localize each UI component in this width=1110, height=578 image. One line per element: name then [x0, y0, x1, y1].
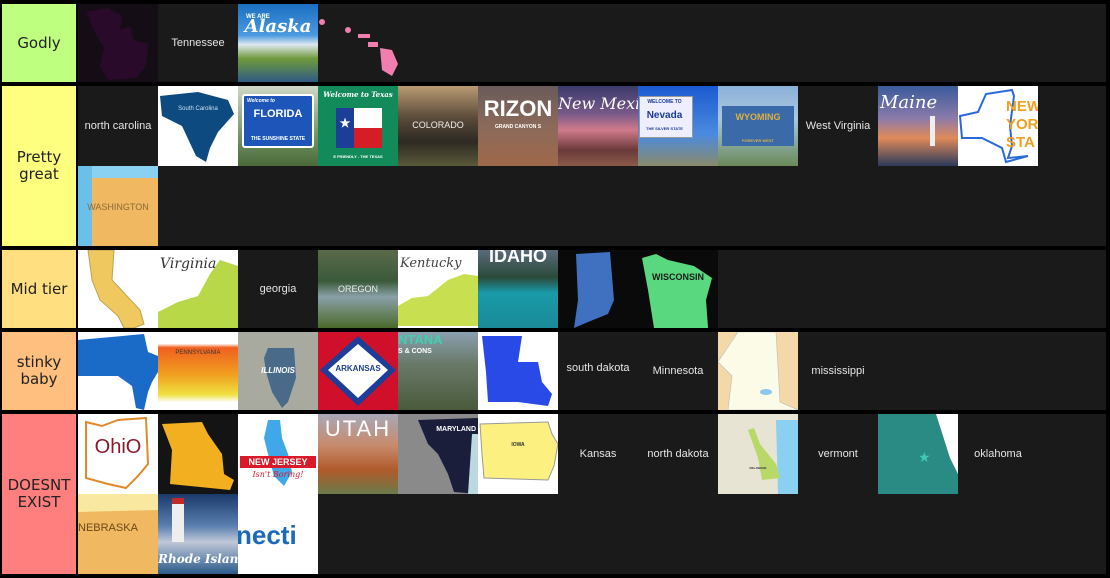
tier-item-north-carolina[interactable]: north carolina	[78, 86, 158, 166]
tier-item-north-dakota[interactable]: north dakota	[638, 414, 718, 494]
wisconsin-shape-icon	[642, 254, 712, 328]
tier-item-new-mexico[interactable]: New Mexi	[558, 86, 638, 166]
tier-item-south-carolina[interactable]: South Carolina	[158, 86, 238, 166]
tier-item-massachusetts[interactable]	[78, 332, 158, 410]
tier-items: north carolina South Carolina Welcome to…	[78, 86, 1106, 246]
louisiana-shape-icon	[482, 336, 552, 406]
tier-item-georgia[interactable]: georgia	[238, 250, 318, 328]
tier-item-mississippi[interactable]: mississippi	[798, 332, 878, 410]
tier-item-montana[interactable]: NTANA S & CONS	[398, 332, 478, 410]
tier-item-texas[interactable]: Welcome to Texas ★ E FRIENDLY - THE TEXA…	[318, 86, 398, 166]
tier-item-ohio[interactable]: OhiO	[78, 414, 158, 494]
tier-label: Godly	[2, 4, 78, 82]
tier-item-wisconsin[interactable]: WISCONSIN	[638, 250, 718, 328]
tier-row-godly: Godly Tennessee WE ARE Alaska	[2, 4, 1106, 82]
tier-item-louisiana[interactable]	[478, 332, 558, 410]
alabama-shape-icon: ★	[878, 414, 958, 494]
tier-item-illinois[interactable]: ILLINOIS	[238, 332, 318, 410]
massachusetts-shape-icon	[78, 334, 158, 410]
tier-label: stinky baby	[2, 332, 78, 410]
new-jersey-shape-icon	[264, 420, 292, 486]
tier-item-pennsylvania[interactable]: PENNSYLVANIA	[158, 332, 238, 410]
tier-items: OhiO NEW JERSEY Isn't Boring! UTAH MARYL…	[78, 414, 1106, 574]
tier-label: Mid tier	[2, 250, 78, 328]
tier-label: DOESNT EXIST	[2, 414, 78, 574]
tier-item-minnesota[interactable]: Minnesota	[638, 332, 718, 410]
tier-item-washington[interactable]: WASHINGTON	[78, 166, 158, 246]
tier-item-maine[interactable]: Maine	[878, 86, 958, 166]
tier-row-pretty-great: Pretty great north carolina South Caroli…	[2, 86, 1106, 246]
tier-item-oregon[interactable]: OREGON	[318, 250, 398, 328]
tier-item-alabama[interactable]: ★	[878, 414, 958, 494]
star-icon: ★	[339, 116, 351, 130]
tier-item-delaware[interactable]: DELAWARE	[718, 414, 798, 494]
missouri-shape-icon	[162, 422, 234, 490]
tier-items: PENNSYLVANIA ILLINOIS ARKANSAS NTANA S &…	[78, 332, 1106, 410]
tier-item-new-jersey[interactable]: NEW JERSEY Isn't Boring!	[238, 414, 318, 494]
hawaii-islands-icon	[319, 19, 398, 76]
tier-item-utah[interactable]: UTAH	[318, 414, 398, 494]
south-carolina-shape-icon	[160, 92, 234, 162]
tier-row-mid-tier: Mid tier Virginia georgia OREGON Kentuck…	[2, 250, 1106, 328]
tier-item-nevada[interactable]: WELCOME TO Nevada THE SILVER STATE	[638, 86, 718, 166]
tier-item-idaho[interactable]: IDAHO	[478, 250, 558, 328]
tier-label: Pretty great	[2, 86, 78, 246]
tier-item-tennessee[interactable]: Tennessee	[158, 4, 238, 82]
indiana-shape-icon	[574, 252, 614, 328]
iowa-shape-icon	[479, 421, 558, 481]
michigan-shape-icon	[86, 8, 148, 80]
tier-item-kansas[interactable]: Kansas	[558, 414, 638, 494]
new-hampshire-map-icon	[718, 332, 798, 410]
svg-text:★: ★	[918, 449, 931, 465]
tier-item-alaska[interactable]: WE ARE Alaska	[238, 4, 318, 82]
delaware-map-icon	[748, 420, 798, 494]
tier-item-virginia[interactable]: Virginia	[158, 250, 238, 328]
tier-item-connecticut[interactable]: necti	[238, 494, 318, 574]
california-shape-icon	[87, 250, 145, 328]
tier-item-rhode-island[interactable]: Rhode Island	[158, 494, 238, 574]
tier-item-maryland[interactable]: MARYLAND	[398, 414, 478, 494]
tier-item-missouri[interactable]	[158, 414, 238, 494]
nebraska-shape-icon	[78, 510, 158, 574]
tier-items: Virginia georgia OREGON Kentucky IDAHO W…	[78, 250, 1106, 328]
tier-item-west-virginia[interactable]: West Virginia	[798, 86, 878, 166]
tier-item-wyoming[interactable]: WYOMING FOREVER WEST	[718, 86, 798, 166]
tier-items: Tennessee WE ARE Alaska	[78, 4, 1106, 82]
tier-row-stinky-baby: stinky baby PENNSYLVANIA ILLINOIS ARKANS…	[2, 332, 1106, 410]
tier-item-indiana[interactable]	[558, 250, 638, 328]
tier-item-michigan[interactable]	[78, 4, 158, 82]
tier-item-oklahoma[interactable]: oklahoma	[958, 414, 1038, 494]
tier-item-colorado[interactable]: COLORADO	[398, 86, 478, 166]
tier-item-nebraska[interactable]: NEBRASKA	[78, 494, 158, 574]
tier-item-hawaii[interactable]	[318, 4, 398, 82]
tier-item-california[interactable]	[78, 250, 158, 328]
tier-item-florida[interactable]: Welcome to FLORIDA THE SUNSHINE STATE	[238, 86, 318, 166]
tier-item-iowa[interactable]: IOWA	[478, 414, 558, 494]
tier-item-south-dakota[interactable]: south dakota	[558, 332, 638, 410]
tier-item-arizona[interactable]: RIZON GRAND CANYON S	[478, 86, 558, 166]
tier-item-vermont[interactable]: vermont	[798, 414, 878, 494]
tier-row-doesnt-exist: DOESNT EXIST OhiO NEW JERSEY Isn't Borin…	[2, 414, 1106, 574]
tier-item-new-hampshire[interactable]	[718, 332, 798, 410]
tier-item-new-york[interactable]: NEW YORK STA	[958, 86, 1038, 166]
tier-item-kentucky[interactable]: Kentucky	[398, 250, 478, 328]
tier-item-arkansas[interactable]: ARKANSAS	[318, 332, 398, 410]
